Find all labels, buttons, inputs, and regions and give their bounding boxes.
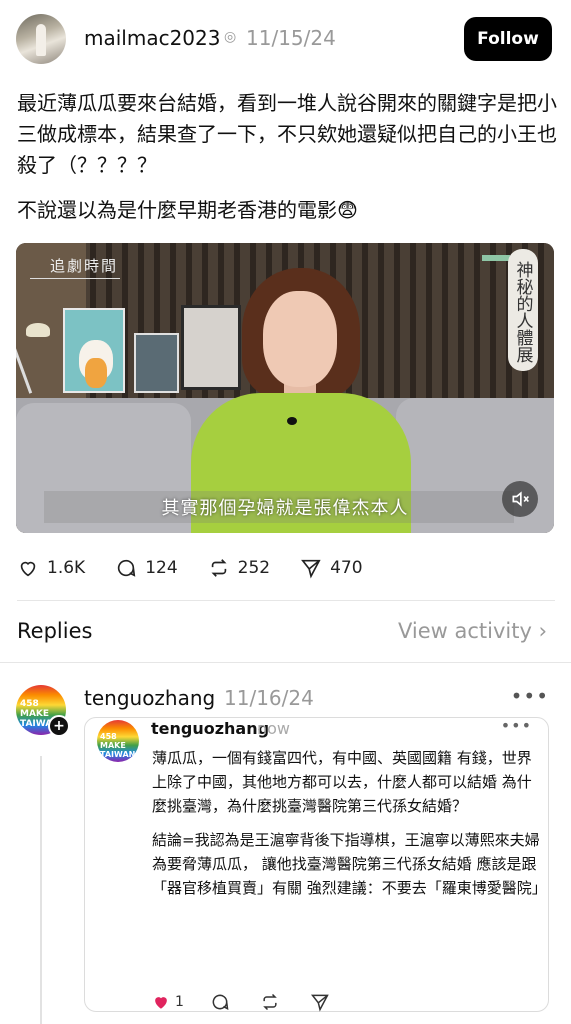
- comment-count: 124: [145, 558, 178, 578]
- reply-date: 11/16/24: [224, 686, 314, 710]
- quoted-like-button[interactable]: 1: [151, 992, 184, 1012]
- divider: [17, 600, 555, 601]
- heart-icon: [20, 561, 36, 577]
- quoted-paragraph: 薄瓜瓜，一個有錢富四代，有中國、英國國籍 有錢，世界上除了中國，其他地方都可以去…: [152, 749, 532, 815]
- quoted-body: 薄瓜瓜，一個有錢富四代，有中國、英國國籍 有錢，世界上除了中國，其他地方都可以去…: [152, 746, 547, 910]
- video-channel-logo: 追劇時間: [30, 255, 121, 279]
- video-subtitle: 其實那個孕婦就是張偉杰本人: [161, 498, 409, 519]
- threads-linked-icon: ◎: [224, 29, 237, 45]
- repost-icon: [211, 559, 227, 577]
- view-activity-label: View activity: [397, 619, 532, 643]
- comment-icon: [118, 559, 136, 577]
- quoted-paragraph: 結論=我認為是王滬寧背後下指導棋，王滬寧以薄熙來夫婦為要脅薄瓜瓜， 讓他找臺灣醫…: [152, 831, 547, 897]
- comment-icon: [212, 994, 229, 1010]
- thread-line: [40, 756, 42, 1024]
- repost-icon: [263, 993, 277, 1011]
- heart-filled-icon: [155, 997, 167, 1009]
- send-icon: [310, 994, 329, 1012]
- like-count: 1.6K: [47, 558, 86, 578]
- post-text-paragraph: 最近薄瓜瓜要來台結婚，看到一堆人說谷開來的關鍵字是把小三做成標本，結果查了一下，…: [17, 91, 557, 177]
- quoted-time: now: [257, 719, 291, 738]
- share-count: 470: [330, 558, 363, 578]
- send-icon: [301, 559, 321, 579]
- speaker-muted-icon[interactable]: [502, 481, 538, 517]
- divider: [0, 662, 571, 663]
- video-side-label: 神秘的人體展: [508, 249, 538, 371]
- follow-button[interactable]: Follow: [464, 17, 552, 61]
- view-activity-link[interactable]: View activity ›: [398, 619, 547, 643]
- quoted-like-count: 1: [175, 994, 184, 1010]
- quoted-actions: 1: [151, 990, 360, 1014]
- avatar-text: 458 MAKE TAIWAN: [100, 732, 136, 759]
- post-date: 11/15/24: [246, 26, 336, 50]
- repost-count: 252: [237, 558, 271, 578]
- post-text-paragraph: 不說還以為是什麼早期老香港的電影😨: [17, 198, 358, 222]
- post-header: mailmac2023 ◎ 11/15/24 Follow: [16, 14, 552, 64]
- quoted-avatar: 458 MAKE TAIWAN: [97, 720, 139, 762]
- quoted-post[interactable]: 458 MAKE TAIWAN tenguozhang now ••• 薄瓜瓜，…: [84, 716, 549, 1014]
- share-button[interactable]: 470: [300, 557, 363, 579]
- repost-button[interactable]: 252: [208, 557, 270, 579]
- quoted-username: tenguozhang: [151, 719, 270, 738]
- reply-username[interactable]: tenguozhang: [84, 686, 215, 710]
- more-options-icon[interactable]: •••: [501, 716, 532, 735]
- like-button[interactable]: 1.6K: [17, 557, 85, 579]
- more-options-icon[interactable]: •••: [511, 684, 549, 708]
- quoted-repost-button[interactable]: [260, 992, 284, 1012]
- quoted-share-button[interactable]: [310, 992, 334, 1012]
- video-player[interactable]: 追劇時間 神秘的人體展 其實那個孕婦就是張偉杰本人: [16, 243, 554, 533]
- post-actions: 1.6K 124 252 470: [17, 554, 393, 582]
- poster-art: [63, 308, 125, 393]
- replies-label: Replies: [17, 619, 93, 643]
- quoted-comment-button[interactable]: [210, 992, 234, 1012]
- comment-button[interactable]: 124: [115, 557, 178, 579]
- chevron-right-icon: ›: [538, 619, 547, 643]
- author-avatar[interactable]: [16, 14, 66, 64]
- post-body: 最近薄瓜瓜要來台結婚，看到一堆人說谷開來的關鍵字是把小三做成標本，結果查了一下，…: [17, 88, 557, 240]
- follow-plus-icon[interactable]: +: [48, 715, 70, 737]
- author-username[interactable]: mailmac2023: [84, 26, 220, 50]
